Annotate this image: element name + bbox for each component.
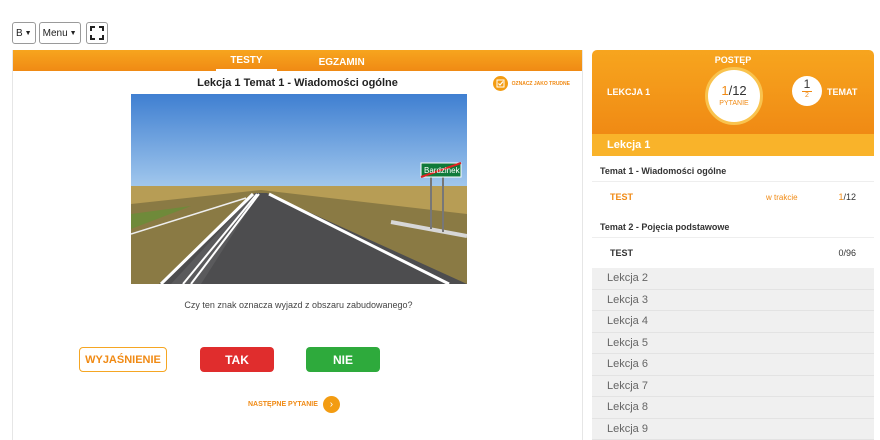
top-toolbar: B ▼ Menu ▼ — [12, 22, 108, 44]
test-label: TEST — [610, 192, 634, 202]
progress-header: POSTĘP LEKCJA 1 1/12 PYTANIE 1 2 TEMAT — [592, 50, 874, 134]
tab-testy[interactable]: TESTY — [216, 55, 277, 71]
yes-button[interactable]: TAK — [200, 347, 274, 372]
language-select-value: B — [16, 27, 23, 39]
sidebar-item-lekcja-4[interactable]: Lekcja 4 — [592, 311, 874, 333]
test-row-topic-1[interactable]: TEST w trakcie 1/12 — [592, 182, 874, 212]
mode-tabs: TESTY EGZAMIN — [13, 50, 582, 71]
language-select[interactable]: B ▼ — [12, 22, 36, 44]
topic-title: Temat 1 - Wiadomości ogólne — [592, 156, 874, 182]
explanation-button[interactable]: WYJAŚNIENIE — [79, 347, 167, 372]
question-current: 1 — [721, 83, 729, 98]
test-label: TEST — [610, 248, 634, 258]
question-image: Bardzinek — [131, 94, 467, 284]
chevron-down-icon: ▼ — [69, 29, 77, 37]
test-count: 1/12 — [838, 192, 856, 202]
sidebar-item-lekcja-2[interactable]: Lekcja 2 — [592, 268, 874, 290]
progress-lesson-label: LEKCJA 1 — [607, 87, 651, 97]
menu-select-value: Menu — [42, 27, 68, 39]
topic-current: 1 — [803, 77, 811, 91]
next-question-label: NASTĘPNE PYTANIE — [248, 401, 318, 408]
question-label: PYTANIE — [719, 100, 749, 107]
mark-difficult-button[interactable]: OZNACZ JAKO TRUDNE — [492, 76, 570, 91]
test-row-topic-2[interactable]: TEST 0/96 — [592, 238, 874, 268]
test-count: 0/96 — [838, 248, 856, 258]
question-total: /12 — [728, 83, 747, 98]
next-question-button[interactable]: NASTĘPNE PYTANIE › — [248, 396, 340, 413]
sidebar-item-lekcja-3[interactable]: Lekcja 3 — [592, 289, 874, 311]
sidebar-item-lekcja-5[interactable]: Lekcja 5 — [592, 332, 874, 354]
chevron-down-icon: ▼ — [24, 29, 32, 37]
road-sign-text: Bardzinek — [424, 166, 461, 175]
tab-egzamin[interactable]: EGZAMIN — [305, 57, 379, 71]
sidebar-item-lekcja-8[interactable]: Lekcja 8 — [592, 397, 874, 419]
topic-label: TEMAT — [827, 87, 858, 97]
fullscreen-icon — [89, 26, 104, 40]
test-status: w trakcie — [766, 192, 798, 202]
sidebar-item-lekcja-6[interactable]: Lekcja 6 — [592, 354, 874, 376]
sidebar-item-lekcja-7[interactable]: Lekcja 7 — [592, 375, 874, 397]
menu-select[interactable]: Menu ▼ — [38, 22, 81, 44]
progress-title: POSTĘP — [714, 55, 752, 65]
question-progress-circle: 1/12 PYTANIE — [705, 67, 763, 125]
progress-sidebar: POSTĘP LEKCJA 1 1/12 PYTANIE 1 2 TEMAT L… — [592, 50, 874, 440]
topic-progress-circle: 1 2 — [792, 76, 822, 106]
mark-difficult-label: OZNACZ JAKO TRUDNE — [511, 80, 570, 87]
topic-total: 2 — [802, 91, 812, 100]
topic-title: Temat 2 - Pojęcia podstawowe — [592, 212, 874, 238]
check-icon — [492, 76, 508, 91]
no-button[interactable]: NIE — [306, 347, 380, 372]
chevron-right-icon: › — [322, 396, 340, 413]
sidebar-item-lekcja-1[interactable]: Lekcja 1 — [592, 134, 874, 156]
question-panel: TESTY EGZAMIN Lekcja 1 Temat 1 - Wiadomo… — [12, 50, 583, 440]
fullscreen-button[interactable] — [85, 22, 108, 44]
question-text: Czy ten znak oznacza wyjazd z obszaru za… — [184, 300, 413, 310]
sidebar-item-lekcja-9[interactable]: Lekcja 9 — [592, 418, 874, 440]
